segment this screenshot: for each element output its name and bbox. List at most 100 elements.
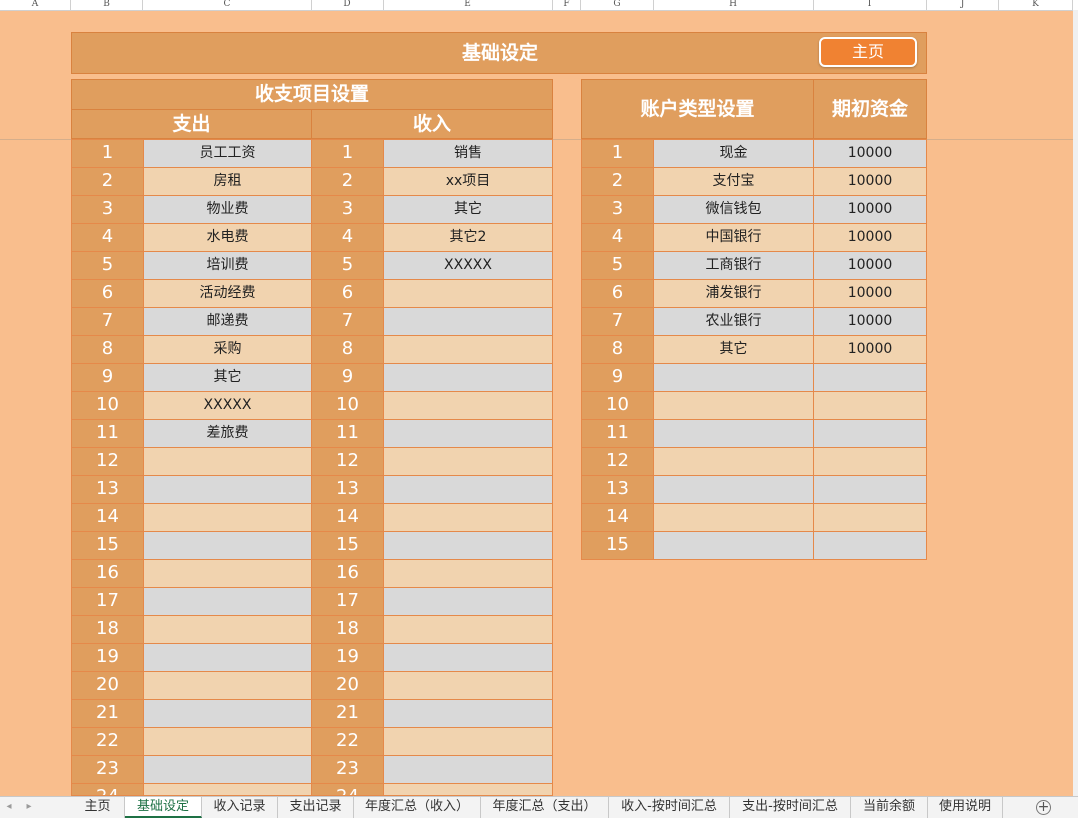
initial-balance-cell[interactable] — [813, 363, 927, 392]
expense-item-cell[interactable] — [143, 615, 312, 644]
sheet-tab[interactable]: 年度汇总（支出） — [481, 797, 609, 818]
initial-balance-cell[interactable]: 10000 — [813, 335, 927, 364]
account-type-cell[interactable] — [653, 475, 814, 504]
sheet-tab[interactable]: 主页 — [71, 797, 125, 818]
income-item-cell[interactable] — [383, 503, 553, 532]
expense-item-cell[interactable]: 采购 — [143, 335, 312, 364]
column-header-d[interactable]: D — [311, 0, 384, 10]
income-item-cell[interactable] — [383, 587, 553, 616]
sheet-tab[interactable]: 收入-按时间汇总 — [609, 797, 730, 818]
income-item-cell[interactable] — [383, 279, 553, 308]
initial-balance-cell[interactable] — [813, 419, 927, 448]
income-item-cell[interactable] — [383, 391, 553, 420]
expense-item-cell[interactable] — [143, 559, 312, 588]
expense-item-cell[interactable]: 邮递费 — [143, 307, 312, 336]
expense-item-cell[interactable]: 物业费 — [143, 195, 312, 224]
account-type-cell[interactable] — [653, 447, 814, 476]
expense-item-cell[interactable] — [143, 447, 312, 476]
income-item-cell[interactable] — [383, 643, 553, 672]
account-type-cell[interactable]: 支付宝 — [653, 167, 814, 196]
expense-item-cell[interactable]: 水电费 — [143, 223, 312, 252]
expense-item-cell[interactable] — [143, 727, 312, 756]
column-header-j[interactable]: J — [927, 0, 999, 10]
sheet-tab[interactable]: 收入记录 — [202, 797, 278, 818]
initial-balance-cell[interactable] — [813, 391, 927, 420]
income-item-cell[interactable]: XXXXX — [383, 251, 553, 280]
initial-balance-cell[interactable] — [813, 503, 927, 532]
income-item-cell[interactable] — [383, 783, 553, 796]
expense-item-cell[interactable] — [143, 587, 312, 616]
column-header-k[interactable]: K — [999, 0, 1073, 10]
expense-item-cell[interactable] — [143, 755, 312, 784]
income-item-cell[interactable] — [383, 363, 553, 392]
initial-balance-cell[interactable]: 10000 — [813, 223, 927, 252]
expense-item-cell[interactable]: 其它 — [143, 363, 312, 392]
expense-item-cell[interactable] — [143, 643, 312, 672]
column-header-a[interactable]: A — [0, 0, 71, 10]
income-item-cell[interactable] — [383, 699, 553, 728]
income-item-cell[interactable]: xx项目 — [383, 167, 553, 196]
initial-balance-cell[interactable]: 10000 — [813, 139, 927, 168]
tab-scroll-right-icon[interactable]: ▸ — [20, 797, 38, 817]
account-type-cell[interactable]: 其它 — [653, 335, 814, 364]
income-item-cell[interactable] — [383, 531, 553, 560]
expense-item-cell[interactable] — [143, 671, 312, 700]
expense-item-cell[interactable] — [143, 699, 312, 728]
sheet-tab[interactable]: 支出-按时间汇总 — [730, 797, 851, 818]
sheet-tab[interactable]: 年度汇总（收入） — [354, 797, 481, 818]
sheet-tab[interactable]: 使用说明 — [928, 797, 1003, 818]
column-header-f[interactable]: F — [553, 0, 581, 10]
sheet-tab[interactable]: 支出记录 — [278, 797, 354, 818]
income-item-cell[interactable] — [383, 307, 553, 336]
account-type-cell[interactable] — [653, 531, 814, 560]
account-type-cell[interactable]: 浦发银行 — [653, 279, 814, 308]
tab-scroll-left-icon[interactable]: ◂ — [0, 797, 18, 817]
expense-item-cell[interactable]: 员工工资 — [143, 139, 312, 168]
column-header-i[interactable]: I — [813, 0, 927, 10]
initial-balance-cell[interactable]: 10000 — [813, 307, 927, 336]
account-type-cell[interactable]: 农业银行 — [653, 307, 814, 336]
vertical-scrollbar[interactable] — [1073, 10, 1078, 796]
income-item-cell[interactable]: 其它2 — [383, 223, 553, 252]
account-type-cell[interactable]: 工商银行 — [653, 251, 814, 280]
account-type-cell[interactable]: 中国银行 — [653, 223, 814, 252]
initial-balance-cell[interactable]: 10000 — [813, 167, 927, 196]
account-type-cell[interactable] — [653, 391, 814, 420]
sheet-tab[interactable]: 基础设定 — [125, 797, 202, 818]
income-item-cell[interactable] — [383, 755, 553, 784]
income-item-cell[interactable] — [383, 559, 553, 588]
account-type-cell[interactable]: 微信钱包 — [653, 195, 814, 224]
income-item-cell[interactable] — [383, 447, 553, 476]
column-header-c[interactable]: C — [143, 0, 312, 10]
initial-balance-cell[interactable] — [813, 531, 927, 560]
column-header-e[interactable]: E — [383, 0, 553, 10]
income-item-cell[interactable]: 其它 — [383, 195, 553, 224]
expense-item-cell[interactable] — [143, 531, 312, 560]
expense-item-cell[interactable]: 差旅费 — [143, 419, 312, 448]
income-item-cell[interactable] — [383, 419, 553, 448]
initial-balance-cell[interactable] — [813, 447, 927, 476]
income-item-cell[interactable] — [383, 727, 553, 756]
initial-balance-cell[interactable]: 10000 — [813, 195, 927, 224]
income-item-cell[interactable] — [383, 475, 553, 504]
income-item-cell[interactable] — [383, 671, 553, 700]
income-item-cell[interactable] — [383, 615, 553, 644]
income-item-cell[interactable] — [383, 335, 553, 364]
account-type-cell[interactable] — [653, 419, 814, 448]
expense-item-cell[interactable]: 活动经费 — [143, 279, 312, 308]
account-type-cell[interactable]: 现金 — [653, 139, 814, 168]
column-header-g[interactable]: G — [581, 0, 654, 10]
add-sheet-icon[interactable]: + — [1036, 800, 1051, 815]
sheet-tab[interactable]: 当前余额 — [851, 797, 928, 818]
expense-item-cell[interactable]: 房租 — [143, 167, 312, 196]
column-header-b[interactable]: B — [71, 0, 143, 10]
expense-item-cell[interactable] — [143, 475, 312, 504]
account-type-cell[interactable] — [653, 503, 814, 532]
expense-item-cell[interactable] — [143, 503, 312, 532]
income-item-cell[interactable]: 销售 — [383, 139, 553, 168]
expense-item-cell[interactable] — [143, 783, 312, 796]
column-header-h[interactable]: H — [653, 0, 814, 10]
home-button[interactable]: 主页 — [819, 37, 917, 67]
account-type-cell[interactable] — [653, 363, 814, 392]
expense-item-cell[interactable]: 培训费 — [143, 251, 312, 280]
